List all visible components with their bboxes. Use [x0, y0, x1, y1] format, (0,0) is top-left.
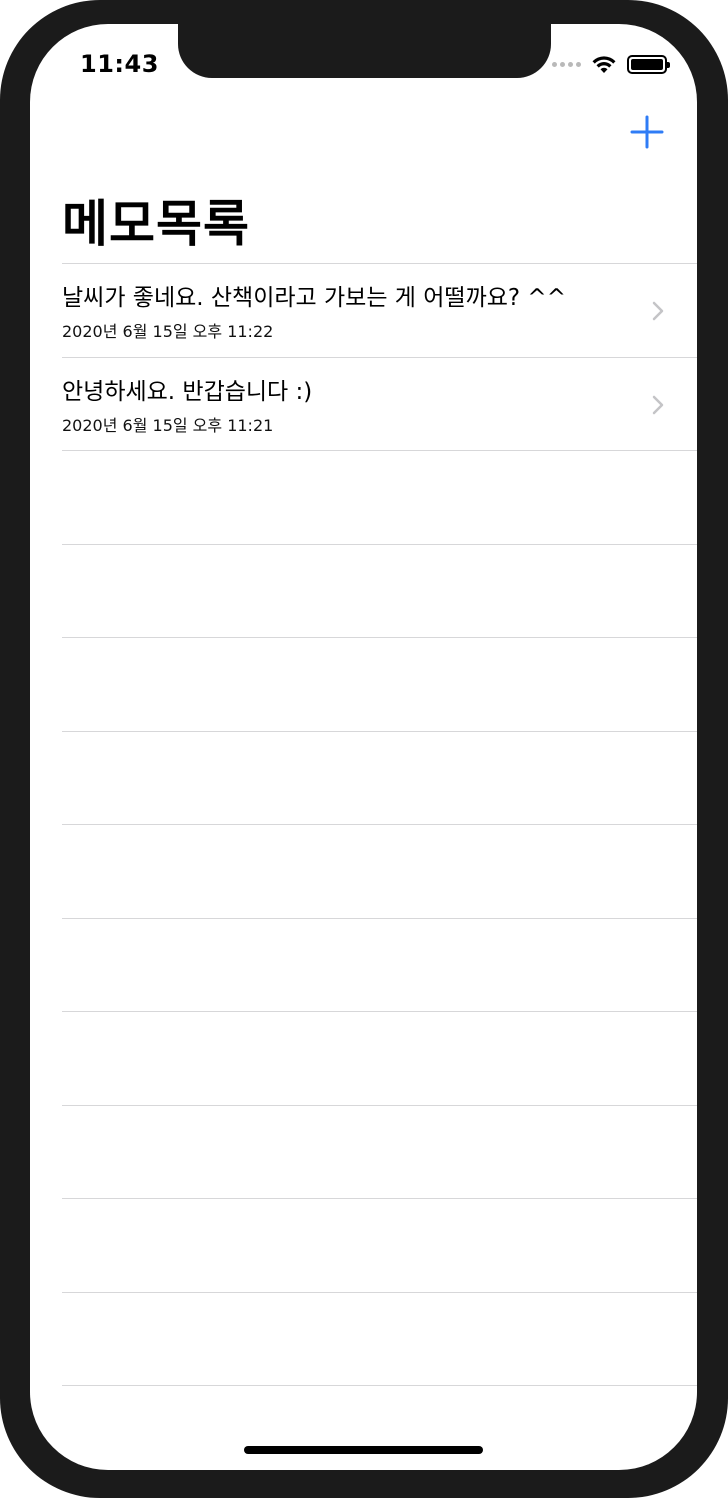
notch — [178, 24, 551, 78]
phone-frame: 11:43 메모목록 날씨가 좋네요. 산책이라고 가보는 게 어떨까요? ^^… — [0, 0, 728, 1498]
chevron-right-icon — [652, 395, 664, 414]
page-title: 메모목록 — [62, 195, 250, 253]
empty-row — [62, 543, 697, 638]
empty-row — [62, 1385, 697, 1470]
add-memo-button[interactable] — [627, 112, 667, 152]
empty-row — [62, 824, 697, 918]
status-time: 11:43 — [80, 50, 159, 78]
wifi-icon — [592, 56, 616, 73]
cellular-signal-icon — [552, 61, 581, 67]
memo-date: 2020년 6월 15일 오후 11:21 — [62, 415, 274, 435]
empty-row — [62, 1198, 697, 1292]
memo-date: 2020년 6월 15일 오후 11:22 — [62, 322, 274, 341]
memo-list: 날씨가 좋네요. 산책이라고 가보는 게 어떨까요? ^^ 2020년 6월 1… — [62, 263, 697, 1470]
empty-row — [62, 450, 697, 544]
empty-row — [62, 637, 697, 731]
screen: 11:43 메모목록 날씨가 좋네요. 산책이라고 가보는 게 어떨까요? ^^… — [30, 24, 697, 1470]
empty-row — [62, 1011, 697, 1105]
memo-title: 안녕하세요. 반갑습니다 :) — [62, 378, 313, 405]
memo-row[interactable]: 안녕하세요. 반갑습니다 :) 2020년 6월 15일 오후 11:21 — [62, 356, 697, 451]
home-indicator — [244, 1446, 483, 1454]
empty-row — [62, 1104, 697, 1199]
status-icons — [552, 54, 670, 74]
chevron-right-icon — [652, 301, 664, 321]
memo-row[interactable]: 날씨가 좋네요. 산책이라고 가보는 게 어떨까요? ^^ 2020년 6월 1… — [62, 263, 697, 357]
memo-title: 날씨가 좋네요. 산책이라고 가보는 게 어떨까요? ^^ — [62, 285, 566, 311]
battery-icon — [627, 54, 670, 74]
empty-row — [62, 1291, 697, 1386]
plus-icon — [630, 115, 664, 149]
empty-row — [62, 730, 697, 825]
empty-row — [62, 917, 697, 1012]
